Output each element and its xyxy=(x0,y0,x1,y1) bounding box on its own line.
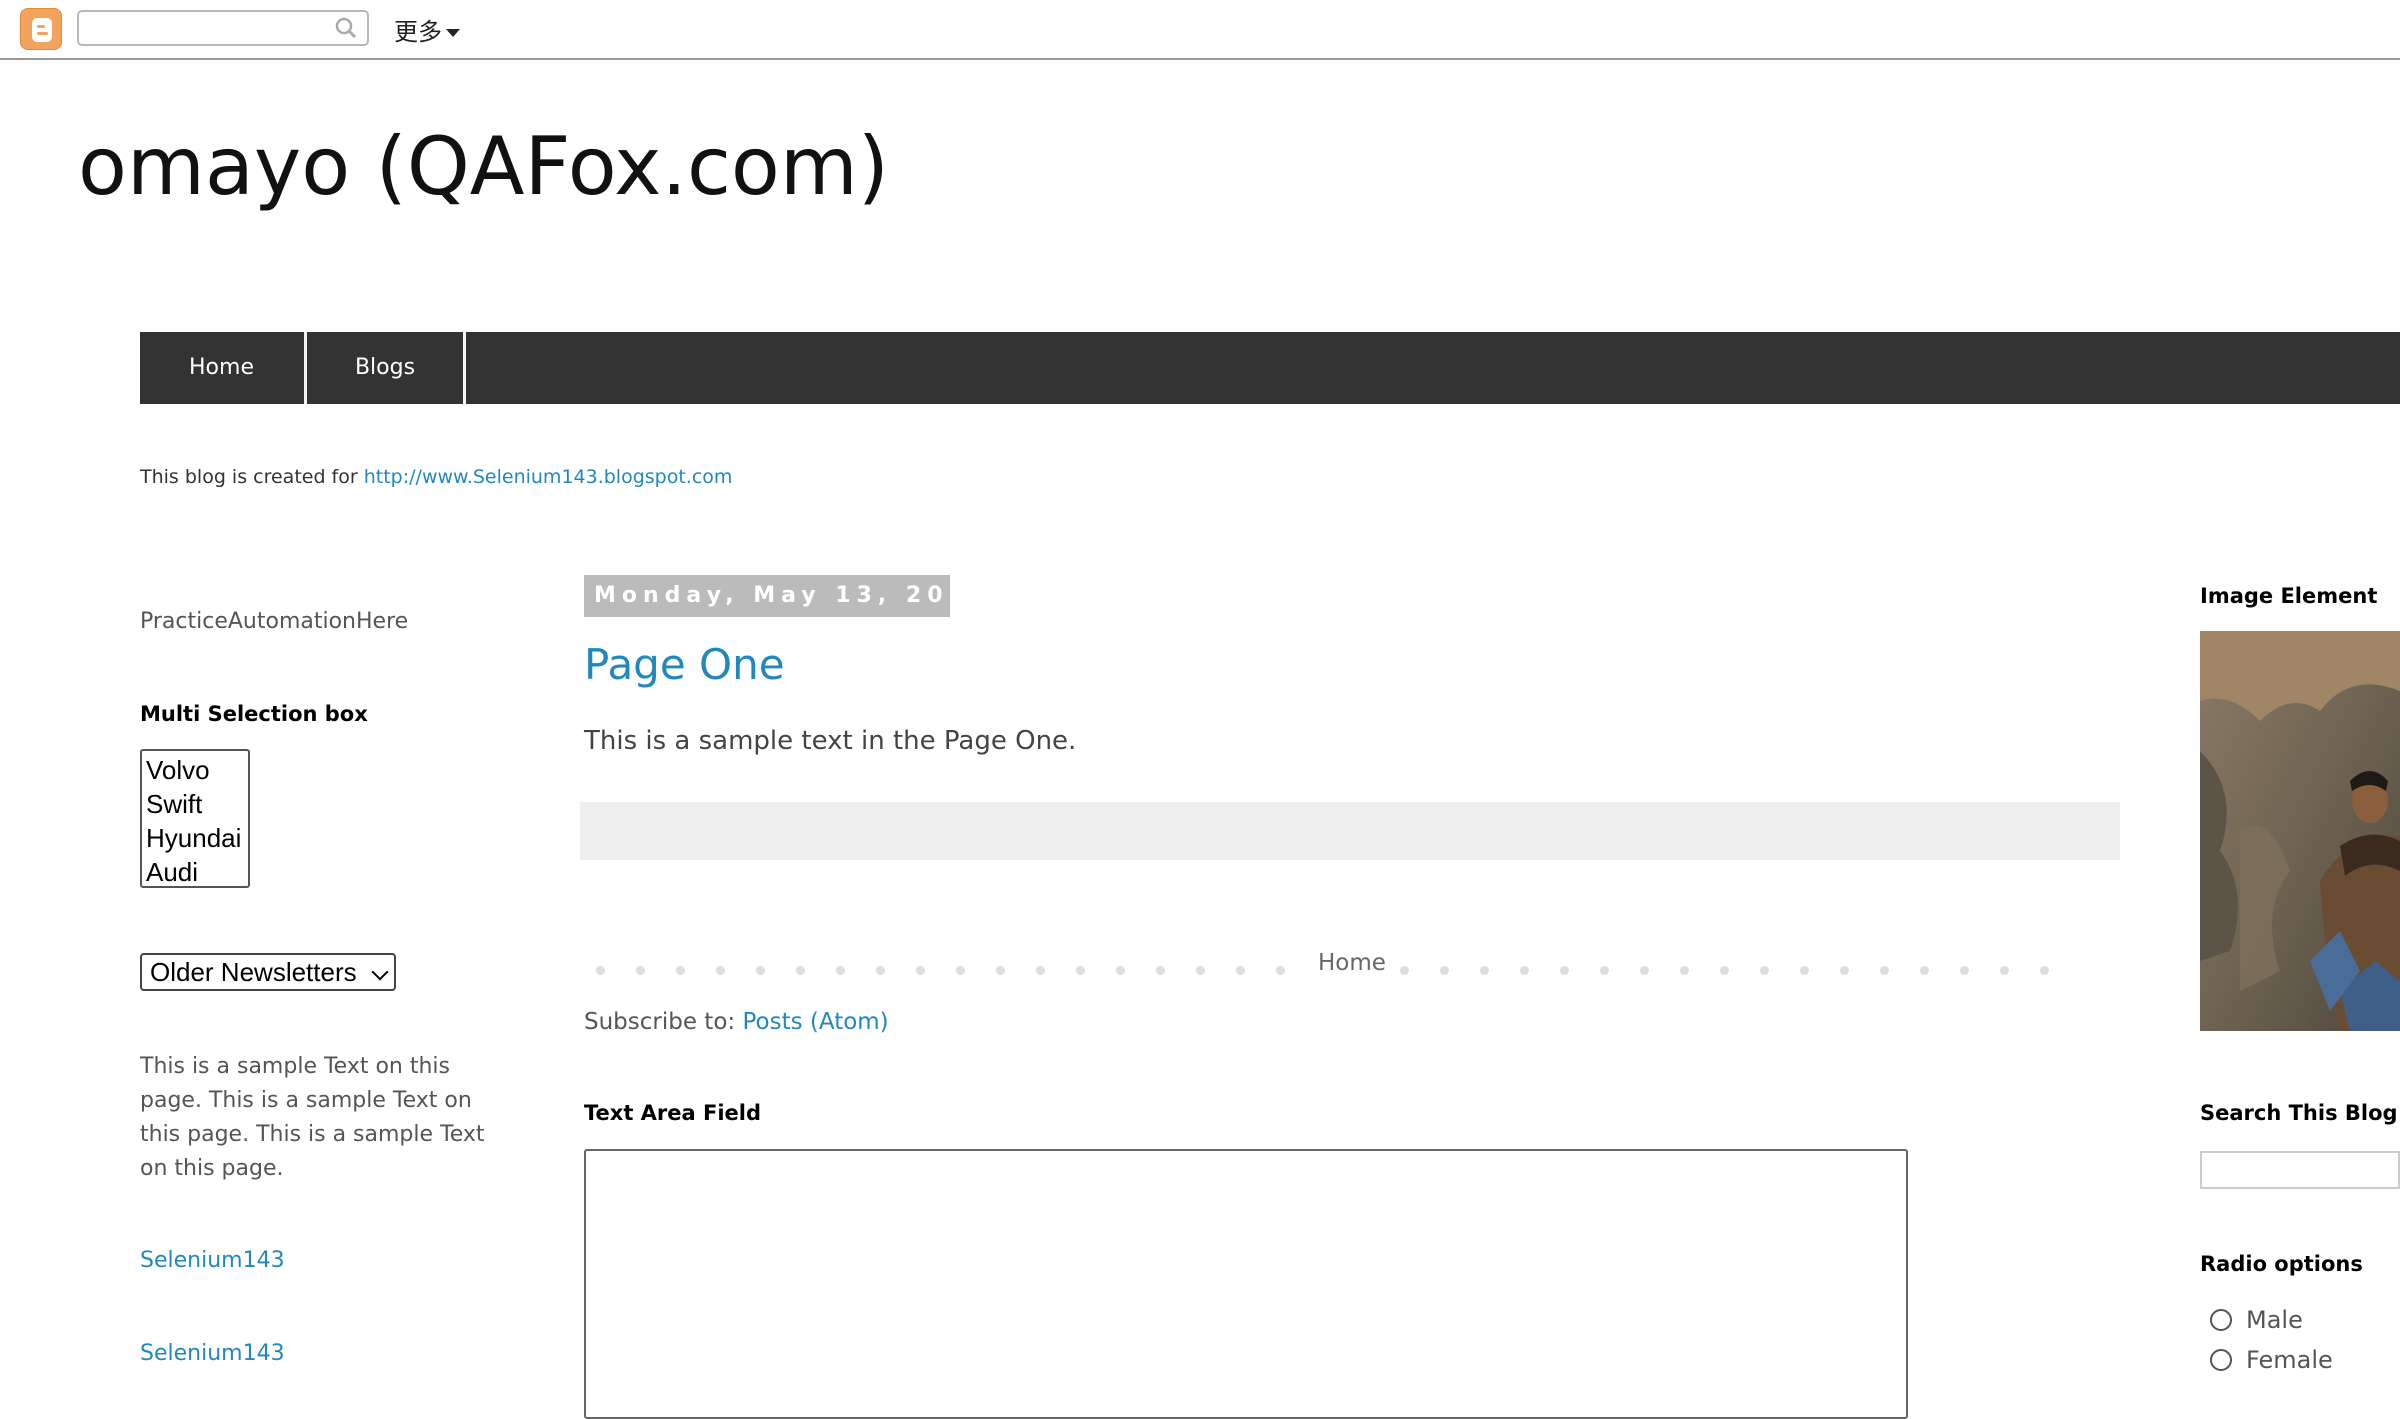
tab-divider xyxy=(304,332,307,404)
pager-dot xyxy=(636,966,645,975)
blogger-navbar: 更多 xyxy=(0,0,2400,60)
multiselect-option[interactable]: Volvo xyxy=(146,753,248,787)
pager-dot xyxy=(796,966,805,975)
profile-image xyxy=(2200,631,2400,1031)
pager-dot xyxy=(1880,966,1889,975)
multi-selection-box[interactable]: Volvo Swift Hyundai Audi xyxy=(140,749,250,888)
radio-option-female[interactable]: Female xyxy=(2210,1346,2333,1374)
description-link[interactable]: http://www.Selenium143.blogspot.com xyxy=(364,466,733,488)
selenium143-link[interactable]: Selenium143 xyxy=(140,1248,285,1273)
chevron-down-icon xyxy=(371,963,389,981)
description-text: This blog is created for xyxy=(140,466,364,488)
pager-dot xyxy=(1600,966,1609,975)
blog-description: This blog is created for http://www.Sele… xyxy=(140,466,732,488)
pager-dot xyxy=(1400,966,1409,975)
pager-dot xyxy=(716,966,725,975)
pager-dot xyxy=(1156,966,1165,975)
pager-dot xyxy=(1960,966,1969,975)
pager-dot xyxy=(1920,966,1929,975)
selenium143-link[interactable]: Selenium143 xyxy=(140,1341,285,1366)
post-body: This is a sample text in the Page One. xyxy=(584,726,1077,756)
radio-button[interactable] xyxy=(2210,1349,2232,1371)
pager-dot xyxy=(1760,966,1769,975)
search-blog-title: Search This Blog xyxy=(2200,1101,2398,1125)
pager-dot xyxy=(916,966,925,975)
navbar-search-input[interactable] xyxy=(77,10,369,46)
older-newsletters-dropdown[interactable]: Older Newsletters xyxy=(140,953,396,991)
radio-label: Female xyxy=(2246,1346,2333,1374)
more-menu-label: 更多 xyxy=(394,18,442,46)
dropdown-selected: Older Newsletters xyxy=(150,957,357,987)
search-icon[interactable] xyxy=(335,17,357,39)
tab-divider xyxy=(463,332,466,404)
pager-dot xyxy=(1076,966,1085,975)
post-footer xyxy=(580,802,2120,860)
pager-dot xyxy=(1480,966,1489,975)
pager-dot xyxy=(2040,966,2049,975)
tab-blogs[interactable]: Blogs xyxy=(308,332,462,404)
pager-home-link[interactable]: Home xyxy=(1318,950,1386,976)
pager-dot xyxy=(1640,966,1649,975)
pager-dot xyxy=(1440,966,1449,975)
pager-dot xyxy=(596,966,605,975)
pager-dot xyxy=(996,966,1005,975)
post-title[interactable]: Page One xyxy=(584,640,785,689)
pager-dot xyxy=(1036,966,1045,975)
multiselect-option[interactable]: Hyundai xyxy=(146,821,248,855)
pager-dot xyxy=(756,966,765,975)
radio-button[interactable] xyxy=(2210,1309,2232,1331)
text-area-title: Text Area Field xyxy=(584,1101,762,1125)
more-menu[interactable]: 更多 xyxy=(394,12,460,47)
date-header: Monday, May 13, 2013 xyxy=(584,575,985,617)
tabs-bar: Home Blogs xyxy=(140,332,2400,404)
pager-dot xyxy=(836,966,845,975)
pager-dot xyxy=(1560,966,1569,975)
pager-dot xyxy=(1520,966,1529,975)
pager-dot xyxy=(1276,966,1285,975)
pager-dot xyxy=(1680,966,1689,975)
radio-label: Male xyxy=(2246,1306,2303,1334)
posts-atom-link[interactable]: Posts (Atom) xyxy=(742,1009,888,1035)
caret-down-icon xyxy=(446,29,460,37)
text-area-field[interactable] xyxy=(584,1149,1908,1419)
multiselect-title: Multi Selection box xyxy=(140,702,368,726)
pager-dot xyxy=(1196,966,1205,975)
blog-pager: Home xyxy=(584,950,2084,984)
multiselect-option[interactable]: Swift xyxy=(146,787,248,821)
pager-dot xyxy=(956,966,965,975)
search-blog-input[interactable] xyxy=(2200,1151,2400,1189)
sample-text: This is a sample Text on this page. This… xyxy=(140,1054,485,1181)
site-title: omayo (QAFox.com) xyxy=(78,120,890,213)
subscribe-label: Subscribe to: xyxy=(584,1009,743,1035)
multiselect-option[interactable]: Audi xyxy=(146,855,248,886)
pager-dot xyxy=(1236,966,1245,975)
radio-option-male[interactable]: Male xyxy=(2210,1306,2303,1334)
tab-home[interactable]: Home xyxy=(140,332,303,404)
image-element-title: Image Element xyxy=(2200,584,2378,608)
pager-dot xyxy=(1800,966,1809,975)
pager-dot xyxy=(2000,966,2009,975)
blogger-logo-icon[interactable] xyxy=(20,8,62,50)
pager-dot xyxy=(876,966,885,975)
pager-dot xyxy=(1116,966,1125,975)
subscribe-line: Subscribe to: Posts (Atom) xyxy=(584,1009,889,1035)
practice-text: PracticeAutomationHere xyxy=(140,609,409,634)
pager-dot xyxy=(1840,966,1849,975)
pager-dot xyxy=(1720,966,1729,975)
pager-dot xyxy=(676,966,685,975)
radio-options-title: Radio options xyxy=(2200,1252,2363,1276)
